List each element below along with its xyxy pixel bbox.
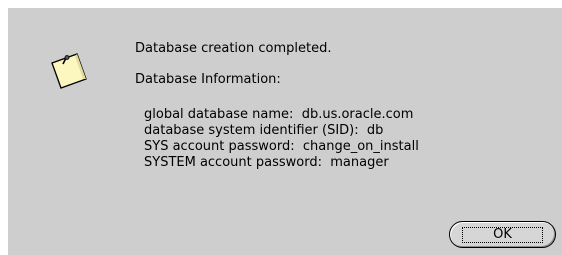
- detail-sid: database system identifier (SID): db: [144, 123, 384, 138]
- detail-global-name: global database name: db.us.oracle.com: [144, 107, 414, 122]
- message-dialog: Database creation completed. Database In…: [8, 8, 562, 255]
- detail-sys-password: SYS account password: change_on_install: [144, 139, 419, 154]
- detail-system-password: SYSTEM account password: manager: [144, 155, 389, 170]
- note-icon: [51, 53, 87, 89]
- ok-button-label: OK: [462, 226, 543, 243]
- dialog-content: Database creation completed. Database In…: [135, 41, 419, 171]
- database-details: global database name: db.us.oracle.com d…: [135, 107, 419, 171]
- info-heading: Database Information:: [135, 72, 281, 87]
- ok-button[interactable]: OK: [449, 221, 556, 248]
- completion-message: Database creation completed.: [135, 41, 332, 56]
